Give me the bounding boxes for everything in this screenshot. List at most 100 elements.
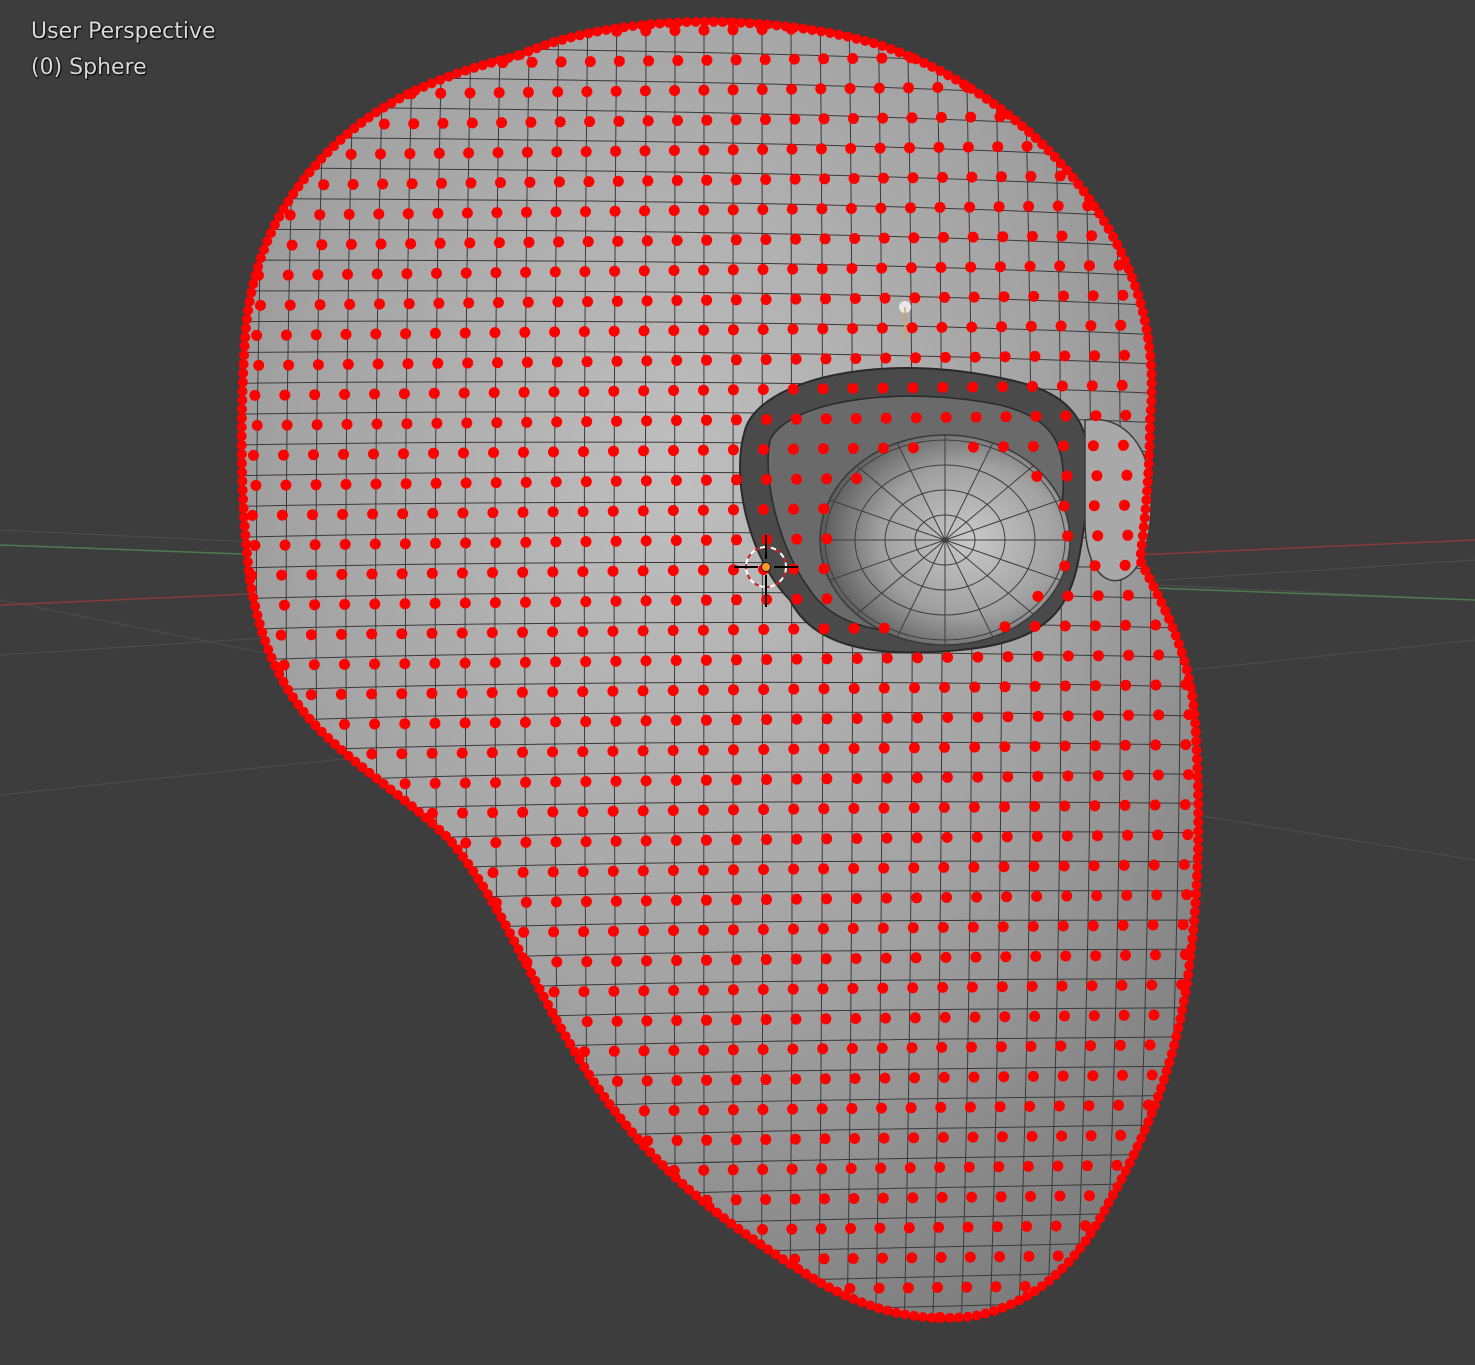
vertex[interactable]: [281, 419, 293, 431]
vertex[interactable]: [790, 1013, 802, 1025]
vertex[interactable]: [638, 1105, 650, 1117]
vertex[interactable]: [611, 415, 623, 427]
vertex[interactable]: [728, 684, 739, 696]
vertex[interactable]: [428, 447, 439, 459]
vertex[interactable]: [611, 355, 623, 367]
vertex[interactable]: [640, 475, 652, 487]
sphere-mesh[interactable]: [200, 0, 1220, 1365]
vertex[interactable]: [640, 595, 652, 607]
vertex[interactable]: [790, 353, 802, 365]
vertex[interactable]: [848, 863, 860, 874]
vertex[interactable]: [998, 1071, 1010, 1083]
vertex[interactable]: [432, 357, 444, 369]
vertex[interactable]: [969, 1011, 981, 1023]
vertex[interactable]: [398, 448, 409, 460]
vertex[interactable]: [969, 351, 981, 363]
vertex[interactable]: [1122, 829, 1134, 841]
vertex[interactable]: [965, 261, 977, 273]
vertex[interactable]: [1146, 396, 1157, 407]
vertex[interactable]: [1153, 709, 1165, 721]
vertex[interactable]: [966, 981, 978, 993]
vertex[interactable]: [842, 31, 853, 42]
vertex[interactable]: [654, 18, 665, 29]
vertex[interactable]: [991, 1221, 1003, 1233]
vertex[interactable]: [343, 208, 355, 220]
vertex[interactable]: [900, 1309, 911, 1320]
vertex[interactable]: [936, 1041, 948, 1053]
vertex[interactable]: [519, 656, 531, 668]
vertex[interactable]: [700, 774, 712, 786]
vertex[interactable]: [910, 352, 921, 364]
vertex[interactable]: [807, 25, 818, 35]
vertex[interactable]: [731, 594, 742, 606]
vertex[interactable]: [1170, 630, 1181, 641]
vertex[interactable]: [906, 1042, 918, 1054]
vertex[interactable]: [865, 1300, 876, 1311]
vertex[interactable]: [850, 1013, 862, 1024]
vertex[interactable]: [670, 535, 682, 546]
vertex[interactable]: [1087, 290, 1099, 302]
vertex[interactable]: [934, 1161, 946, 1173]
vertex[interactable]: [968, 861, 980, 873]
vertex[interactable]: [817, 383, 829, 395]
vertex[interactable]: [876, 1102, 887, 1114]
vertex[interactable]: [850, 953, 862, 964]
vertex[interactable]: [1026, 980, 1038, 992]
vertex[interactable]: [771, 20, 782, 31]
vertex[interactable]: [1150, 949, 1161, 961]
vertex[interactable]: [366, 628, 378, 640]
vertex[interactable]: [849, 1133, 861, 1144]
vertex[interactable]: [1143, 459, 1154, 470]
vertex[interactable]: [437, 117, 449, 129]
vertex[interactable]: [547, 626, 559, 638]
vertex[interactable]: [1145, 414, 1156, 425]
vertex[interactable]: [401, 268, 413, 280]
vertex[interactable]: [1189, 709, 1200, 720]
vertex[interactable]: [430, 537, 441, 549]
vertex[interactable]: [789, 173, 801, 185]
vertex[interactable]: [1120, 679, 1132, 691]
vertex[interactable]: [459, 717, 471, 729]
vertex[interactable]: [248, 592, 259, 603]
vertex[interactable]: [378, 118, 390, 130]
vertex[interactable]: [1088, 860, 1100, 872]
vertex[interactable]: [1000, 411, 1012, 423]
vertex[interactable]: [237, 476, 248, 487]
vertex[interactable]: [574, 30, 585, 41]
vertex[interactable]: [305, 689, 317, 701]
vertex[interactable]: [308, 659, 320, 671]
vertex[interactable]: [581, 416, 593, 428]
vertex[interactable]: [697, 564, 709, 576]
vertex[interactable]: [578, 386, 590, 398]
vertex[interactable]: [701, 1074, 713, 1086]
vertex[interactable]: [728, 504, 739, 516]
vertex[interactable]: [970, 951, 982, 963]
vertex[interactable]: [846, 263, 858, 274]
vertex[interactable]: [608, 1045, 620, 1057]
vertex[interactable]: [237, 386, 248, 397]
vertex[interactable]: [246, 287, 257, 298]
vertex[interactable]: [640, 655, 652, 667]
vertex[interactable]: [876, 1042, 888, 1054]
vertex[interactable]: [520, 596, 531, 608]
vertex[interactable]: [667, 505, 679, 516]
vertex[interactable]: [487, 807, 499, 819]
vertex[interactable]: [520, 476, 532, 488]
vertex[interactable]: [580, 536, 592, 548]
vertex[interactable]: [815, 83, 827, 95]
vertex[interactable]: [1089, 350, 1101, 362]
vertex[interactable]: [495, 55, 505, 66]
vertex[interactable]: [847, 323, 859, 334]
vertex[interactable]: [761, 774, 773, 785]
vertex[interactable]: [610, 835, 622, 847]
vertex[interactable]: [308, 449, 319, 461]
vertex[interactable]: [547, 566, 559, 578]
vertex[interactable]: [731, 534, 742, 546]
vertex[interactable]: [671, 415, 682, 426]
vertex[interactable]: [1146, 387, 1157, 398]
vertex[interactable]: [283, 359, 295, 371]
vertex[interactable]: [517, 806, 529, 818]
vertex[interactable]: [1059, 350, 1071, 362]
vertex[interactable]: [1083, 1190, 1095, 1202]
vertex[interactable]: [377, 178, 389, 190]
